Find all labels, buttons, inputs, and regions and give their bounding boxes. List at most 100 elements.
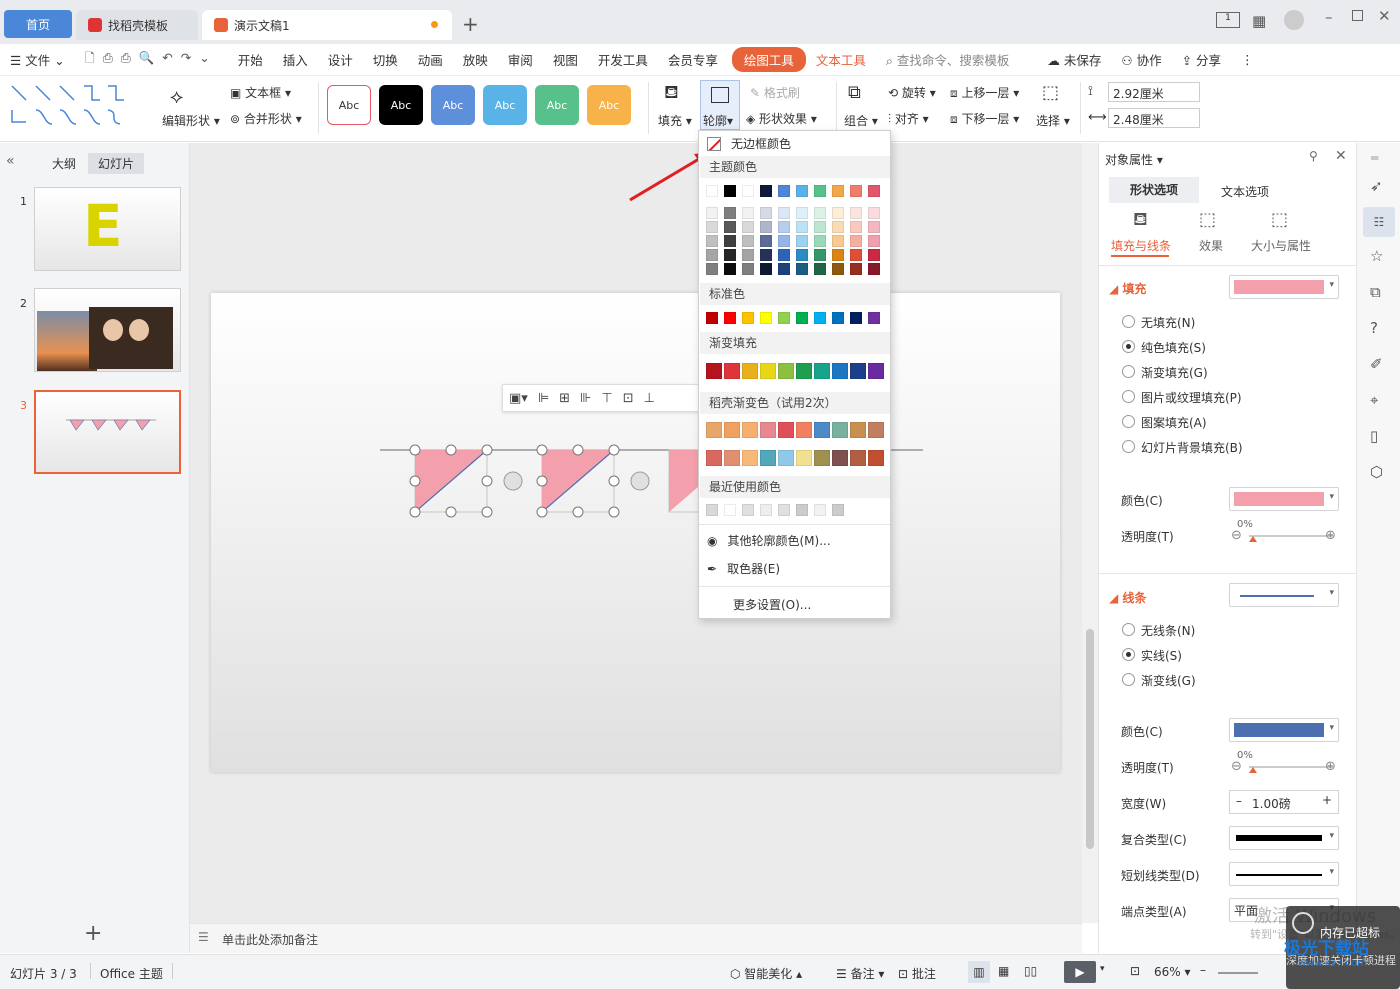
tab-slides[interactable]: 幻灯片 xyxy=(88,153,145,174)
line-width-stepper[interactable]: – 1.00磅 + xyxy=(1229,790,1339,814)
docer-gradient-swatch[interactable] xyxy=(742,450,758,466)
decrease-icon[interactable]: ⊖ xyxy=(1231,759,1242,774)
recent-color-swatch[interactable] xyxy=(742,504,754,516)
fill-radio-solid[interactable] xyxy=(1122,340,1135,353)
star-icon[interactable]: ☆ xyxy=(1370,247,1383,265)
bring-forward-button[interactable]: ⧈ 上移一层 ▾ xyxy=(950,84,1019,101)
theme-shade-swatch[interactable] xyxy=(850,263,862,275)
docer-gradient-swatch[interactable] xyxy=(706,450,722,466)
docer-gradient-swatch[interactable] xyxy=(868,450,884,466)
theme-color-swatch[interactable] xyxy=(796,185,808,197)
line-color-picker[interactable] xyxy=(1229,718,1339,742)
more-icon[interactable]: ⋮ xyxy=(1231,52,1264,67)
docer-gradient-swatch[interactable] xyxy=(832,422,848,438)
theme-shade-swatch[interactable] xyxy=(868,221,880,233)
tab-text-options[interactable]: 文本选项 xyxy=(1221,183,1269,200)
slides-icon[interactable]: ⧉ xyxy=(1370,283,1381,301)
align-left-icon[interactable]: ⊫ xyxy=(538,391,549,406)
fill-section-header[interactable]: ◢ 填充 xyxy=(1109,280,1146,297)
tab-shape-options[interactable]: 形状选项 xyxy=(1109,177,1199,203)
standard-color-swatch[interactable] xyxy=(868,312,880,324)
current-slide[interactable] xyxy=(211,293,1060,772)
theme-shade-swatch[interactable] xyxy=(868,207,880,219)
line-radio-none[interactable] xyxy=(1122,623,1135,636)
textbox-button[interactable]: ▣ 文本框 ▾ xyxy=(230,84,291,101)
theme-shade-swatch[interactable] xyxy=(796,221,808,233)
docer-gradient-swatch[interactable] xyxy=(814,422,830,438)
file-menu[interactable]: ☰ 文件 ⌄ xyxy=(0,50,75,69)
beautify-button[interactable]: ⬡ 智能美化 ▴ xyxy=(730,965,802,982)
fill-radio-none[interactable] xyxy=(1122,315,1135,328)
theme-shade-swatch[interactable] xyxy=(742,263,754,275)
standard-color-swatch[interactable] xyxy=(814,312,826,324)
theme-shade-swatch[interactable] xyxy=(796,249,808,261)
gradient-color-swatch[interactable] xyxy=(706,363,722,379)
theme-shade-swatch[interactable] xyxy=(814,207,826,219)
theme-shade-swatch[interactable] xyxy=(778,263,790,275)
edit-shape-button[interactable]: 编辑形状 ▾ xyxy=(162,112,220,129)
standard-color-swatch[interactable] xyxy=(832,312,844,324)
theme-shade-swatch[interactable] xyxy=(706,221,718,233)
theme-shade-swatch[interactable] xyxy=(796,207,808,219)
docer-gradient-swatch[interactable] xyxy=(760,450,776,466)
line-section-header[interactable]: ◢ 线条 xyxy=(1109,589,1146,606)
fill-radio-pattern[interactable] xyxy=(1122,415,1135,428)
pin-icon[interactable]: ⚲ xyxy=(1309,149,1318,163)
tab-document[interactable]: 演示文稿1 xyxy=(202,10,452,40)
new-tab-icon[interactable]: + xyxy=(462,12,479,36)
recent-color-swatch[interactable] xyxy=(760,504,772,516)
tab-templates[interactable]: 找稻壳模板 xyxy=(76,10,198,40)
theme-shade-swatch[interactable] xyxy=(706,207,718,219)
docer-gradient-swatch[interactable] xyxy=(724,450,740,466)
outline-button[interactable]: 轮廓▾ xyxy=(700,80,740,130)
theme-shade-swatch[interactable] xyxy=(724,207,736,219)
docer-gradient-swatch[interactable] xyxy=(760,422,776,438)
minus-icon[interactable]: – xyxy=(1236,794,1242,808)
theme-shade-swatch[interactable] xyxy=(760,207,772,219)
theme-shade-swatch[interactable] xyxy=(760,263,772,275)
align-button[interactable]: ⫶ 对齐 ▾ xyxy=(888,110,929,127)
menu-item-animation[interactable]: 动画 xyxy=(408,50,453,69)
subtab-size[interactable]: 大小与属性 xyxy=(1251,237,1311,254)
zoom-level[interactable]: 66% ▾ xyxy=(1154,965,1191,979)
quick-access-icons[interactable]: 🗋⎙⎙🔍↶↷⌄ xyxy=(75,49,228,70)
fill-radio-gradient[interactable] xyxy=(1122,365,1135,378)
maximize-icon[interactable] xyxy=(1352,10,1363,21)
docer-gradient-swatch[interactable] xyxy=(796,422,812,438)
tab-text-tools[interactable]: 文本工具 xyxy=(806,50,876,69)
share-button[interactable]: ⇪ 分享 xyxy=(1172,50,1231,69)
dash-type-dropdown[interactable] xyxy=(1229,862,1339,886)
theme-shade-swatch[interactable] xyxy=(778,235,790,247)
theme-shade-swatch[interactable] xyxy=(850,207,862,219)
collapse-panel-icon[interactable]: « xyxy=(6,153,15,169)
recent-color-swatch[interactable] xyxy=(706,504,718,516)
theme-shade-swatch[interactable] xyxy=(742,221,754,233)
search-icon[interactable]: ⌕ 查找命令、搜索模板 xyxy=(876,50,1020,69)
theme-shade-swatch[interactable] xyxy=(796,235,808,247)
align-bottom-icon[interactable]: ⊥ xyxy=(644,391,655,406)
style-preset-6[interactable]: Abc xyxy=(587,85,631,125)
theme-shade-swatch[interactable] xyxy=(724,263,736,275)
theme-shade-swatch[interactable] xyxy=(832,221,844,233)
theme-shade-swatch[interactable] xyxy=(742,207,754,219)
normal-view-icon[interactable]: ▥ xyxy=(968,961,990,983)
subtab-fill-line[interactable]: 填充与线条 xyxy=(1111,237,1171,254)
notes-button[interactable]: ☰ 备注 ▾ xyxy=(836,965,884,982)
properties-icon[interactable]: ☷ xyxy=(1363,207,1395,237)
docer-gradient-swatch[interactable] xyxy=(778,450,794,466)
collab-button[interactable]: ⚇ 协作 xyxy=(1111,50,1171,69)
theme-shade-swatch[interactable] xyxy=(868,249,880,261)
line-transparency-slider[interactable] xyxy=(1249,766,1333,768)
theme-shade-swatch[interactable] xyxy=(832,207,844,219)
fill-button[interactable]: 填充 ▾ xyxy=(658,112,692,129)
standard-color-swatch[interactable] xyxy=(706,312,718,324)
brush-icon[interactable]: ✐ xyxy=(1370,355,1383,373)
standard-color-swatch[interactable] xyxy=(850,312,862,324)
unsaved-button[interactable]: ☁ 未保存 xyxy=(1037,50,1111,69)
style-preset-1[interactable]: Abc xyxy=(327,85,371,125)
theme-shade-swatch[interactable] xyxy=(742,249,754,261)
line-radio-solid[interactable] xyxy=(1122,648,1135,661)
menu-item-review[interactable]: 审阅 xyxy=(498,50,543,69)
docer-gradient-swatch[interactable] xyxy=(742,422,758,438)
theme-shade-swatch[interactable] xyxy=(832,249,844,261)
